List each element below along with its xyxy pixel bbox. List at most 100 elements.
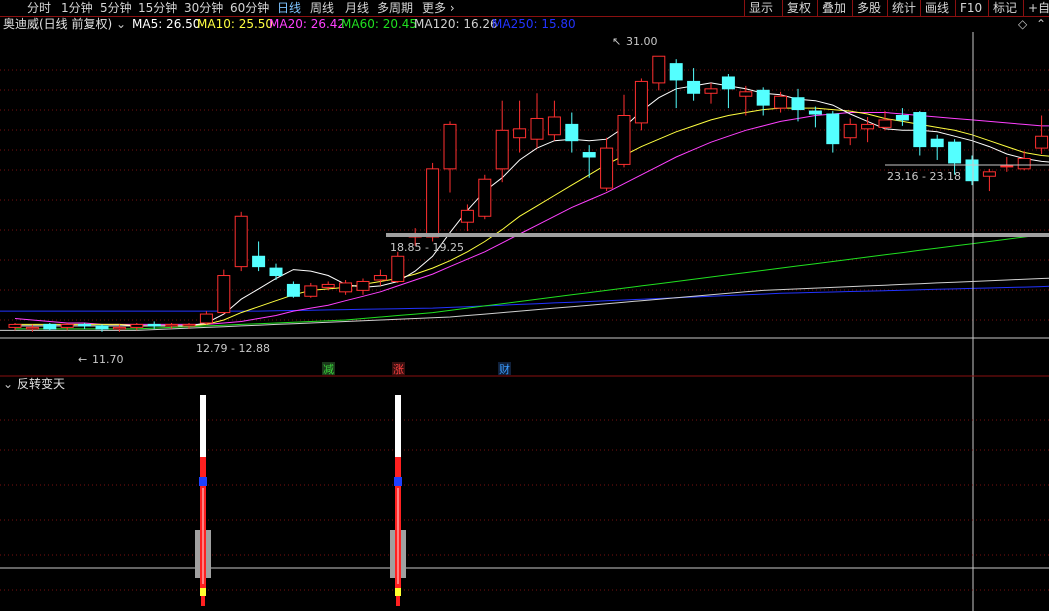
tab-5min[interactable]: 5分钟 [100,0,132,16]
candle [808,106,822,128]
ma60-label: MA60: 20.45 [341,17,418,31]
candle [234,211,248,272]
mark-button[interactable]: 标记 [988,0,1023,16]
ma5-label: MA5: 26.50 [132,17,201,31]
candle [930,134,944,160]
candle [391,251,405,283]
candle [617,94,631,168]
event-markers: 减 涨 财 [322,362,511,376]
dropdown-circle-icon[interactable]: ⌄ [116,16,126,32]
display-button[interactable]: 显示 [744,0,782,16]
candle [1017,151,1031,171]
candle [356,278,370,295]
indicator-dropdown-icon[interactable]: ⌄ [3,376,13,392]
chevron-right-icon: › [449,1,455,15]
high-arrow: ↖ [612,35,621,48]
candle [495,100,509,183]
candle [878,111,892,131]
overlay-button[interactable]: 叠加 [817,0,852,16]
high-label: 31.00 [626,35,658,48]
candle [704,82,718,104]
ma20-line [14,112,1049,325]
candle [721,74,735,109]
tab-daily[interactable]: 日线 [277,0,301,16]
candle [982,168,996,192]
tab-more[interactable]: 更多 › [422,0,455,16]
candle [513,100,527,153]
grid-lines [0,69,1049,321]
custom-button[interactable]: +自 [1023,0,1049,16]
event-marker-cai[interactable]: 财 [499,362,510,376]
ma250-label: MA250: 15.80 [492,17,576,31]
candle [565,112,579,153]
event-marker-zhang[interactable]: 涨 [393,363,404,376]
candle [373,269,387,286]
low-label: 11.70 [92,353,124,366]
tab-monthly[interactable]: 月线 [345,0,369,16]
candle [965,155,979,186]
stats-button[interactable]: 统计 [887,0,920,16]
ma-legend-bar: 奥迪威(日线 前复权) ⌄ MA5: 26.50 MA10: 25.50 MA2… [0,16,1049,32]
tab-30min[interactable]: 30分钟 [184,0,223,16]
ma120-line [0,277,1049,331]
candle [861,116,875,143]
adjust-button[interactable]: 复权 [782,0,817,16]
candle [791,88,805,122]
candle [895,108,909,126]
candle [530,93,544,149]
candle [687,68,701,101]
candle [460,204,474,232]
candle [217,269,231,315]
candle [269,263,283,280]
support-bar [386,233,1049,237]
candle [43,322,57,331]
candle [756,87,770,116]
tab-more-label: 更多 [422,1,447,15]
indicator-name: 反转变天 [17,377,66,391]
ma20-label: MA20: 26.42 [269,17,346,31]
candle [652,55,666,91]
tab-60min[interactable]: 60分钟 [230,0,269,16]
multi-stock-button[interactable]: 多股 [852,0,887,16]
f10-button[interactable]: F10 [955,0,988,16]
tab-fenshi[interactable]: 分时 [27,0,51,16]
candle [843,118,857,146]
moving-average-lines [0,82,1049,331]
main-chart[interactable]: 31.00 11.70 12.79 - 12.88 18.85 - 19.25 … [0,0,1049,611]
zone1-label: 12.79 - 12.88 [196,342,270,355]
diamond-icon[interactable]: ◇ [1018,16,1027,32]
draw-button[interactable]: 画线 [920,0,955,16]
indicator-signal-2 [390,395,406,606]
chevron-up-icon[interactable]: ⌃ [1036,16,1046,32]
candle [304,282,318,298]
candle [634,78,648,131]
zone2-label: 18.85 - 19.25 [390,241,464,254]
ma10-label: MA10: 25.50 [197,17,274,31]
candle [199,311,213,325]
tab-multi-period[interactable]: 多周期 [377,0,413,16]
indicator-header: ⌄ 反转变天 [0,376,1049,392]
ma120-label: MA120: 16.26 [414,17,498,31]
candle [826,111,840,153]
candle [1000,156,1014,172]
ma10-line [15,107,1049,327]
stock-title: 奥迪威(日线 前复权) [3,17,113,31]
zone3-label: 23.16 - 23.18 [887,170,961,183]
tab-15min[interactable]: 15分钟 [138,0,177,16]
indicator-grid [0,419,1049,591]
low-arrow: ← [78,353,87,366]
candle [478,174,492,220]
candle [286,281,300,298]
candle [78,322,92,329]
event-marker-jian[interactable]: 减 [323,363,334,376]
candle [600,137,614,192]
price-annotations: 31.00 11.70 12.79 - 12.88 18.85 - 19.25 … [0,32,1049,611]
candle [669,59,683,109]
candle [1035,115,1049,155]
candle [426,162,440,242]
tab-weekly[interactable]: 周线 [310,0,334,16]
tab-1min[interactable]: 1分钟 [61,0,93,16]
top-toolbar: 分时 1分钟 5分钟 15分钟 30分钟 60分钟 日线 周线 月线 多周期 更… [0,0,1049,17]
indicator-signal-1 [195,395,211,606]
candle [443,121,457,193]
